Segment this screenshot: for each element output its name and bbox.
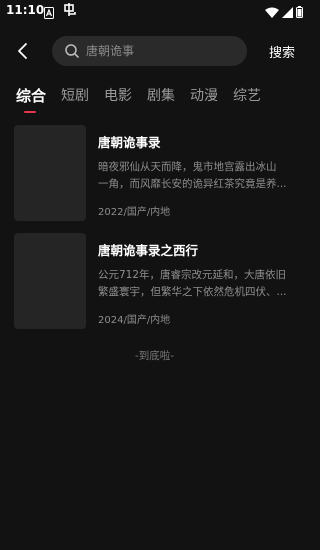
search-icon (64, 43, 80, 59)
search-input[interactable] (86, 44, 236, 58)
search-results-list: 唐朝诡事录 暗夜邪仙从天而降，鬼市地宫露出冰山 一角，而风靡长安的诡异红茶究竟是… (0, 125, 309, 341)
search-header: 搜索 (0, 30, 309, 72)
result-description-line: 暗夜邪仙从天而降，鬼市地宫露出冰山 (98, 161, 277, 173)
list-item[interactable]: 唐朝诡事录之西行 公元712年，唐睿宗改元延和，大唐依旧 繁盛寰宇，但繁华之下依… (0, 233, 309, 341)
result-description: 暗夜邪仙从天而降，鬼市地宫露出冰山 一角，而风靡长安的诡异红茶究竟是养... (98, 159, 298, 193)
status-time: 11:10 (6, 3, 45, 17)
tab-short-drama[interactable]: 短剧 (61, 84, 89, 108)
result-description-line: 公元712年，唐睿宗改元延和，大唐依旧 (98, 269, 287, 281)
result-description-line: 繁盛寰宇，但繁华之下依然危机四伏、... (98, 286, 287, 298)
result-description: 公元712年，唐睿宗改元延和，大唐依旧 繁盛寰宇，但繁华之下依然危机四伏、... (98, 267, 298, 301)
back-button[interactable] (10, 37, 36, 65)
end-of-list-text: -到底啦- (134, 350, 175, 362)
result-meta: 2022/国产/内地 (98, 207, 171, 218)
search-box[interactable] (52, 36, 247, 66)
result-title[interactable]: 唐朝诡事录 (98, 132, 161, 151)
a-notification-icon (44, 4, 54, 19)
tab-movie[interactable]: 电影 (104, 84, 132, 108)
result-meta: 2024/国产/内地 (98, 315, 171, 326)
search-button[interactable]: 搜索 (269, 42, 295, 61)
app-notification-icon (63, 3, 77, 20)
status-bar: 11:10 (0, 0, 309, 22)
list-item[interactable]: 唐朝诡事录 暗夜邪仙从天而降，鬼市地宫露出冰山 一角，而风靡长安的诡异红茶究竟是… (0, 125, 309, 233)
tab-variety[interactable]: 综艺 (233, 84, 261, 108)
tab-all[interactable]: 综合 (16, 84, 46, 108)
poster-image[interactable] (14, 233, 86, 329)
chevron-left-icon (18, 43, 27, 59)
result-title[interactable]: 唐朝诡事录之西行 (98, 240, 198, 259)
wifi-icon (265, 3, 279, 22)
result-description-line: 一角，而风靡长安的诡异红茶究竟是养... (98, 178, 287, 190)
signal-icon (282, 3, 293, 22)
category-tabs: 综合 短剧 电影 剧集 动漫 综艺 (16, 84, 276, 116)
active-tab-indicator (24, 111, 36, 113)
poster-image[interactable] (14, 125, 86, 221)
tab-anime[interactable]: 动漫 (190, 84, 218, 108)
battery-icon (296, 3, 303, 22)
tab-series[interactable]: 剧集 (147, 84, 175, 108)
